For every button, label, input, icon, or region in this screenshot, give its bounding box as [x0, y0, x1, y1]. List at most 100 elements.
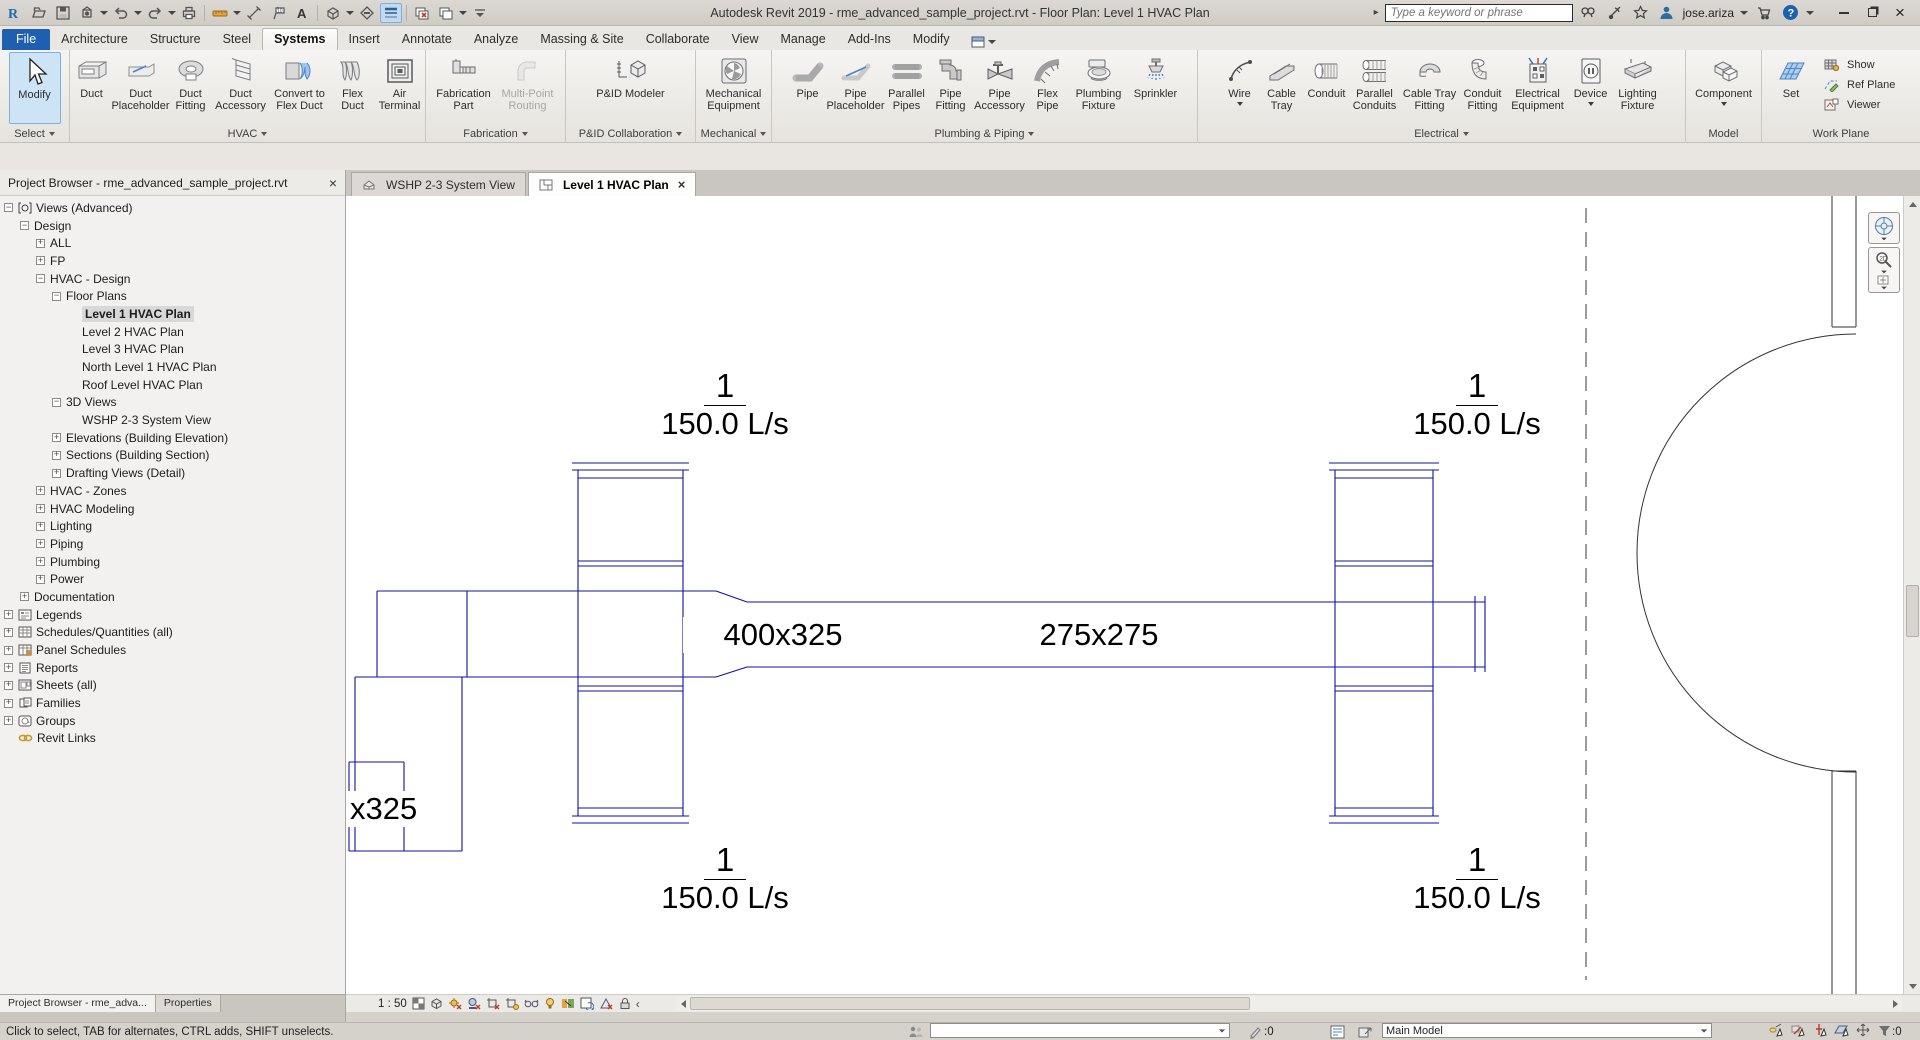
panel-plumbing-piping-label[interactable]: Plumbing & Piping [772, 126, 1197, 142]
tree-node-roof-level-hvac-plan[interactable]: Roof Level HVAC Plan [0, 376, 345, 394]
wire-dropdown-icon[interactable] [1237, 102, 1243, 106]
pipe-placeholder-button[interactable]: Pipe Placeholder [828, 52, 884, 124]
tree-node-3d-views[interactable]: 3D Views [0, 394, 345, 412]
tree-node-reports[interactable]: Reports [0, 659, 345, 677]
panel-mechanical-label[interactable]: Mechanical [696, 126, 771, 142]
design-options-icon[interactable] [1330, 1023, 1345, 1040]
horizontal-scrollbar[interactable] [676, 996, 1902, 1011]
tab-insert[interactable]: Insert [338, 29, 391, 50]
conduit-fitting-button[interactable]: Conduit Fitting [1459, 52, 1507, 124]
tab-steel[interactable]: Steel [212, 29, 263, 50]
tree-node-groups[interactable]: Groups [0, 712, 345, 730]
view-scale[interactable]: 1 : 50 [378, 998, 407, 1010]
ref-plane-button[interactable]: Ref Plane [1820, 76, 1899, 94]
flex-pipe-button[interactable]: Flex Pipe [1028, 52, 1068, 124]
duct-button[interactable]: Duct [71, 52, 113, 124]
restore-button[interactable] [1858, 2, 1886, 24]
drag-elements-icon[interactable] [1856, 1023, 1871, 1040]
tree-node-north-level1-hvac-plan[interactable]: North Level 1 HVAC Plan [0, 358, 345, 376]
help-dropdown-icon[interactable] [1806, 11, 1814, 15]
help-icon[interactable]: ? [1780, 3, 1800, 23]
sun-path-icon[interactable] [448, 997, 462, 1010]
tab-systems[interactable]: Systems [262, 28, 337, 50]
drawing-canvas[interactable]: 1 150.0 L/s 1 150.0 L/s 1 150.0 L/s 1 15… [346, 196, 1920, 994]
user-dropdown-icon[interactable] [1740, 11, 1748, 15]
parallel-conduits-button[interactable]: Parallel Conduits [1349, 52, 1401, 124]
tab-architecture[interactable]: Architecture [50, 29, 139, 50]
tree-node-all[interactable]: ALL [0, 234, 345, 252]
undo-dropdown-icon[interactable] [134, 11, 142, 15]
reveal-constraints-icon[interactable] [618, 997, 631, 1010]
tree-node-hvac-design[interactable]: HVAC - Design [0, 270, 345, 288]
scroll-left-arrow[interactable] [676, 996, 690, 1011]
measure-icon[interactable] [209, 3, 231, 23]
tree-node-drafting-views[interactable]: Drafting Views (Detail) [0, 464, 345, 482]
temporary-view-properties-icon[interactable] [580, 997, 594, 1010]
tree-node-panel-schedules[interactable]: Panel Schedules [0, 641, 345, 659]
select-underlay-icon[interactable] [1790, 1023, 1805, 1040]
selection-filter[interactable]: :0 [1878, 1023, 1902, 1040]
tab-project-browser[interactable]: Project Browser - rme_adva... [0, 995, 156, 1012]
revit-logo-icon[interactable]: R [4, 3, 26, 23]
thin-lines-icon[interactable] [380, 3, 402, 23]
close-hidden-windows-icon[interactable] [411, 3, 433, 23]
fabrication-part-button[interactable]: Fabrication Part [432, 52, 496, 124]
3d-view-dropdown-icon[interactable] [346, 11, 354, 15]
section-icon[interactable] [356, 3, 378, 23]
view-tab-level1-hvac[interactable]: Level 1 HVAC Plan × [528, 172, 696, 196]
search-icon[interactable] [1579, 3, 1599, 23]
flow-tag-top-right[interactable]: 1 150.0 L/s [1382, 368, 1572, 442]
flow-tag-top-left[interactable]: 1 150.0 L/s [630, 368, 820, 442]
tab-massing-site[interactable]: Massing & Site [529, 29, 634, 50]
duct-size-label-400x325[interactable]: 400x325 [683, 617, 883, 653]
editing-requests-icon[interactable]: :0 [1248, 1023, 1274, 1040]
cable-tray-button[interactable]: Cable Tray [1259, 52, 1305, 124]
flex-duct-button[interactable]: Flex Duct [331, 52, 375, 124]
tree-node-wshp-system-view[interactable]: WSHP 2-3 System View [0, 411, 345, 429]
temporary-hide-isolate-icon[interactable] [524, 997, 539, 1010]
print-icon[interactable] [178, 3, 200, 23]
tree-node-plumbing[interactable]: Plumbing [0, 553, 345, 571]
text-icon[interactable]: A [291, 3, 313, 23]
signed-in-user[interactable]: jose.ariza [1683, 6, 1734, 20]
redo-dropdown-icon[interactable] [168, 11, 176, 15]
tree-node-power[interactable]: Power [0, 570, 345, 588]
worksharing-display-icon[interactable] [561, 997, 575, 1010]
minimize-button[interactable] [1830, 2, 1858, 24]
shadows-icon[interactable] [467, 997, 481, 1010]
conduit-button[interactable]: Conduit [1305, 52, 1349, 124]
panel-electrical-label[interactable]: Electrical [1198, 126, 1685, 142]
vcb-collapse-icon[interactable]: ‹ [636, 997, 640, 1011]
duct-placeholder-button[interactable]: Duct Placeholder [113, 52, 169, 124]
scroll-right-arrow[interactable] [1888, 996, 1902, 1011]
tree-node-revit-links[interactable]: Revit Links [0, 730, 345, 748]
convert-to-flex-duct-button[interactable]: Convert to Flex Duct [269, 52, 331, 124]
panel-pid-label[interactable]: P&ID Collaboration [566, 126, 695, 142]
plumbing-fixture-button[interactable]: Plumbing Fixture [1068, 52, 1130, 124]
tab-add-ins[interactable]: Add-Ins [837, 29, 902, 50]
tab-properties[interactable]: Properties [156, 995, 221, 1012]
customize-qat-icon[interactable] [469, 3, 491, 23]
tab-manage[interactable]: Manage [770, 29, 837, 50]
tree-node-sections[interactable]: Sections (Building Section) [0, 447, 345, 465]
exchange-apps-icon[interactable] [1754, 3, 1774, 23]
tree-node-level2-hvac-plan[interactable]: Level 2 HVAC Plan [0, 323, 345, 341]
redo-icon[interactable] [144, 3, 166, 23]
search-input[interactable] [1385, 4, 1573, 22]
close-button[interactable]: × [1886, 2, 1914, 24]
project-browser-header[interactable]: Project Browser - rme_advanced_sample_pr… [0, 170, 345, 196]
default-3d-view-icon[interactable] [322, 3, 344, 23]
pipe-fitting-button[interactable]: Pipe Fitting [930, 52, 972, 124]
steering-wheel-button[interactable] [1868, 212, 1900, 244]
active-only-icon[interactable] [1358, 1023, 1373, 1040]
pid-modeler-button[interactable]: P&ID Modeler [576, 52, 686, 124]
switch-windows-icon[interactable] [435, 3, 457, 23]
cable-tray-fitting-button[interactable]: Cable Tray Fitting [1401, 52, 1459, 124]
tree-node-sheets[interactable]: Sheets (all) [0, 677, 345, 695]
active-workset-dropdown[interactable] [930, 1023, 1230, 1038]
tree-node-hvac-modeling[interactable]: HVAC Modeling [0, 500, 345, 518]
vertical-scroll-thumb[interactable] [1906, 585, 1919, 637]
panel-hvac-label[interactable]: HVAC [70, 126, 425, 142]
vertical-scrollbar[interactable] [1903, 196, 1920, 994]
tab-file[interactable]: File [2, 29, 50, 50]
